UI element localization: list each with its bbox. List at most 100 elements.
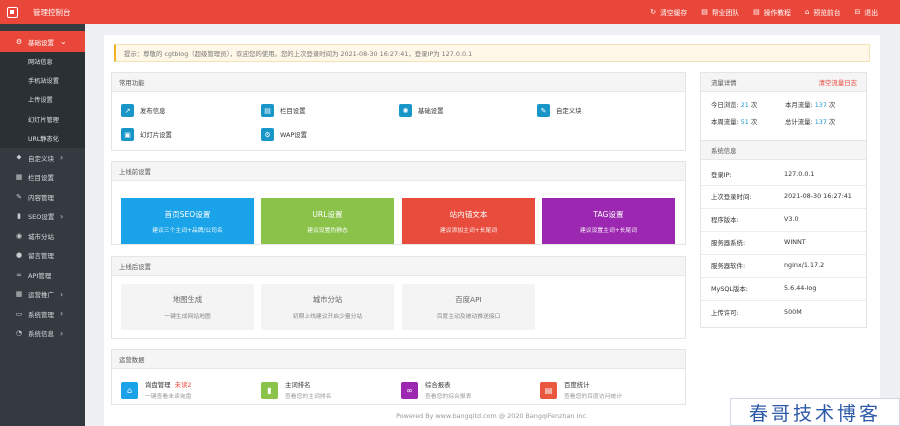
gear-icon: ⚙ [15, 37, 23, 46]
column-settings-button[interactable]: ▤ 栏目设置 [261, 104, 306, 117]
tutorial-button[interactable]: ▤ 操作教程 [753, 7, 791, 17]
week-traffic: 本周流量: 51 次 [711, 118, 758, 126]
baidu-api-card[interactable]: 百度API 百度主动及被动推送接口 [402, 284, 535, 330]
sidebar-item-custom-block[interactable]: ⬥ 自定义块 › [0, 148, 85, 168]
sidebar-item-seo[interactable]: ▮ SEO设置 › [0, 206, 85, 226]
baidu-stats-icon: ▤ [540, 381, 557, 399]
chevron-right-icon: › [60, 153, 64, 163]
system-row: MySQL版本: 5.6.44-log [711, 284, 817, 293]
sitemap-card[interactable]: 地图生成 一键生成网站地图 [121, 284, 254, 330]
month-traffic: 本月流量: 137 次 [785, 101, 836, 109]
top-actions: ↻ 清空缓存 ▤ 帮业团队 ▤ 操作教程 ⌂ 预览前台 ⊟ 退出 [650, 0, 878, 24]
column-icon: ▤ [261, 104, 274, 117]
slideshow-settings-button[interactable]: ▣ 幻灯片设置 [121, 128, 172, 141]
team-button[interactable]: ▤ 帮业团队 [701, 7, 739, 17]
chevron-right-icon: › [60, 328, 64, 338]
app-title: 管理控制台 [33, 7, 71, 17]
gear-icon: ✺ [399, 104, 412, 117]
sidebar-subitem-upload[interactable]: 上传设置 [0, 90, 85, 109]
before-launch-panel: 上线前设置 首页SEO设置 建议三个主词+品牌/公司名 URL设置 建议设置伪静态 … [111, 161, 686, 245]
slideshow-icon: ▣ [121, 128, 134, 141]
sidebar-item-messages[interactable]: ● 留言管理 [0, 245, 85, 265]
login-notice: 提示：尊敬的 cgtblog（超级管理员），欢迎您的使用。您的上次登录时间为 2… [114, 44, 870, 62]
sidebar-subitem-slides[interactable]: 幻灯片管理 [0, 110, 85, 129]
chart-icon: ▮ [17, 212, 21, 221]
system-row: 程序版本: V3.0 [711, 215, 799, 224]
sidebar-item-system-info[interactable]: ◔ 系统信息 › [0, 323, 85, 343]
chevron-right-icon: › [60, 289, 64, 299]
total-traffic: 总计流量: 137 次 [785, 118, 836, 126]
globe-icon: ◉ [15, 231, 23, 240]
panel-title: 上线前设置 [112, 162, 685, 181]
common-functions-panel: 常用功能 ↗ 发布信息 ▤ 栏目设置 ✺ 基础设置 ✎ 自定义块 ▣ 幻灯片设置 ⚙ WAP… [111, 72, 686, 151]
sidebar-subitem-mobile[interactable]: 手机站设置 [0, 71, 85, 90]
operations-panel: 运营数据 ⌂ 询盘管理 未读2 一键查看未读询盘 ▮ 主词排名 查看您的主词排名 ∞ … [111, 349, 686, 405]
system-row: 服务器软件: nginx/1.17.2 [711, 261, 825, 270]
wap-gear-icon: ⚙ [261, 128, 274, 141]
custom-block-icon: ✎ [537, 104, 550, 117]
system-row: 登录IP: 127.0.0.1 [711, 170, 815, 179]
logout-icon: ⊟ [854, 8, 861, 16]
refresh-icon: ↻ [650, 8, 657, 16]
wap-settings-button[interactable]: ⚙ WAP设置 [261, 128, 307, 141]
sidebar-item-system-manage[interactable]: ▭ 系统管理 › [0, 304, 85, 324]
sidebar-item-columns[interactable]: ▦ 栏目设置 [0, 167, 85, 187]
custom-block-button[interactable]: ✎ 自定义块 [537, 104, 582, 117]
sidebar-subitem-url-static[interactable]: URL静态化 [0, 129, 85, 148]
panel-title: 流量详情 [711, 78, 737, 87]
inquiry-management-item[interactable]: ⌂ 询盘管理 未读2 一键查看未读询盘 [121, 380, 191, 400]
chevron-right-icon: › [60, 211, 64, 221]
sidebar-subitem-site-info[interactable]: 网站信息 [0, 52, 85, 71]
sidebar-item-api[interactable]: ∞ API管理 [0, 265, 85, 285]
baidu-stats-item[interactable]: ▤ 百度统计 查看您的百度访问统计 [540, 380, 622, 400]
publish-info-button[interactable]: ↗ 发布信息 [121, 104, 166, 117]
anchor-text-card[interactable]: 站内锚文本 建议添加主词+长尾词 [402, 198, 535, 244]
bar-chart-icon: ▮ [261, 381, 278, 399]
main-content: 提示：尊敬的 cgtblog（超级管理员），欢迎您的使用。您的上次登录时间为 2… [104, 35, 880, 426]
homepage-seo-card[interactable]: 首页SEO设置 建议三个主词+品牌/公司名 [121, 198, 254, 244]
panel-title: 系统信息 [701, 141, 866, 160]
panel-title: 上线后设置 [112, 257, 685, 276]
chevron-down-icon: ⌄ [60, 37, 67, 46]
dashboard-icon: ◔ [15, 329, 23, 338]
comment-icon: ● [15, 251, 23, 260]
clear-traffic-log-link[interactable]: 清空流量日志 [819, 78, 857, 87]
logout-button[interactable]: ⊟ 退出 [855, 7, 878, 17]
sidebar: ⚙ 基础设置 ⌄ 网站信息 手机站设置 上传设置 幻灯片管理 URL静态化 ⬥ 自… [0, 24, 85, 426]
panel-title: 常用功能 [112, 73, 685, 92]
unread-badge: 未读2 [174, 381, 192, 389]
home-icon: ⌂ [804, 8, 810, 16]
system-row: 服务器系统: WINNT [711, 238, 806, 247]
tag-icon: ⬥ [16, 153, 22, 162]
basic-settings-button[interactable]: ✺ 基础设置 [399, 104, 444, 117]
report-link-icon: ∞ [401, 381, 418, 399]
today-views: 今日浏览: 21 次 [711, 101, 758, 109]
blog-watermark: 春哥技术博客 [730, 398, 900, 426]
preview-frontend-button[interactable]: ⌂ 预览前台 [805, 7, 841, 17]
book-icon: ▤ [701, 8, 708, 16]
after-launch-panel: 上线后设置 地图生成 一键生成网站地图 城市分站 初期上线建议开启少量分站 百度AP… [111, 256, 686, 339]
guide-icon: ▤ [753, 8, 760, 16]
comprehensive-report-item[interactable]: ∞ 综合报表 查看您的综合报表 [401, 380, 471, 400]
top-bar: 管理控制台 ↻ 清空缓存 ▤ 帮业团队 ▤ 操作教程 ⌂ 预览前台 ⊟ 退出 [0, 0, 900, 24]
sidebar-submenu: 网站信息 手机站设置 上传设置 幻灯片管理 URL静态化 [0, 52, 85, 148]
system-row: 上次登录时间: 2021-08-30 16:27:41 [711, 192, 852, 201]
system-info-panel: 系统信息 登录IP: 127.0.0.1 上次登录时间: 2021-08-30 16… [700, 140, 867, 328]
sidebar-item-city[interactable]: ◉ 城市分站 [0, 226, 85, 246]
monitor-icon: ▭ [15, 309, 23, 318]
sidebar-item-content[interactable]: ✎ 内容管理 [0, 187, 85, 207]
url-settings-card[interactable]: URL设置 建议设置伪静态 [261, 198, 394, 244]
sidebar-item-basic-settings[interactable]: ⚙ 基础设置 ⌄ [0, 31, 85, 52]
inquiry-icon: ⌂ [121, 381, 138, 399]
panel-title: 运营数据 [112, 350, 685, 369]
logo-icon[interactable] [0, 0, 24, 24]
tag-settings-card[interactable]: TAG设置 建议设置主词+长尾词 [542, 198, 675, 244]
chevron-right-icon: › [60, 309, 64, 319]
publish-icon: ↗ [121, 104, 134, 117]
system-row: 上传许可: 500M [711, 308, 802, 317]
clear-cache-button[interactable]: ↻ 清空缓存 [650, 7, 687, 17]
sidebar-item-promotion[interactable]: ▦ 运营推广 › [0, 284, 85, 304]
keyword-ranking-item[interactable]: ▮ 主词排名 查看您的主词排名 [261, 380, 331, 400]
city-substation-card[interactable]: 城市分站 初期上线建议开启少量分站 [261, 284, 394, 330]
link-icon: ∞ [16, 270, 22, 279]
